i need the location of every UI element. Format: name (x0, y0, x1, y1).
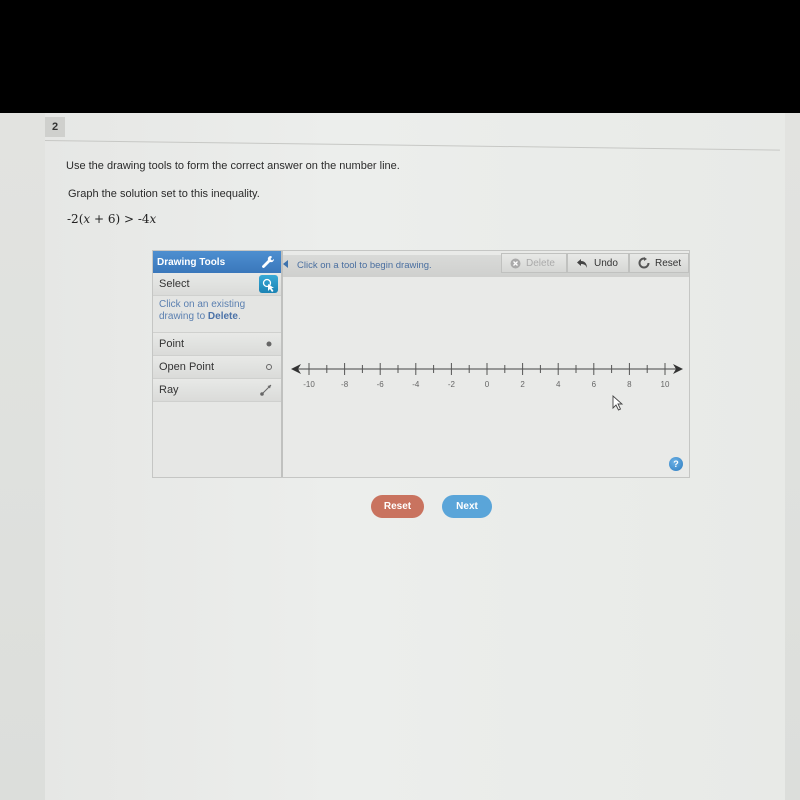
tool-select-label: Select (159, 278, 190, 290)
drawing-widget: Drawing Tools Select Click on an existin… (152, 250, 690, 478)
tick-label: 4 (556, 380, 561, 389)
tool-panel: Drawing Tools Select Click on an existin… (153, 251, 283, 477)
tool-panel-header: Drawing Tools (153, 251, 281, 273)
ineq-var: x (149, 212, 157, 226)
reset-tool-label: Reset (655, 257, 682, 269)
instruction-text: Use the drawing tools to form the correc… (66, 160, 400, 172)
reset-tool-button[interactable]: Reset (629, 253, 689, 273)
ray-icon (260, 384, 272, 396)
wrench-icon[interactable] (261, 255, 275, 269)
open-dot-icon (266, 364, 272, 370)
undo-label: Undo (594, 257, 618, 269)
hint-delete: Delete (207, 311, 238, 322)
tick-label: 6 (592, 380, 597, 389)
tick-label: 0 (485, 380, 490, 389)
prompt-text: Graph the solution set to this inequalit… (68, 188, 260, 200)
collapse-caret-icon[interactable] (283, 260, 288, 268)
hint-line2: drawing to (159, 311, 208, 322)
undo-icon (577, 258, 587, 268)
undo-button[interactable]: Undo (567, 253, 629, 273)
delete-button[interactable]: Delete (501, 253, 567, 273)
delete-hint: Click on an existing drawing to Delete. (153, 296, 281, 333)
tool-ray[interactable]: Ray (153, 379, 281, 402)
tool-ray-label: Ray (159, 384, 179, 396)
tick-label: -4 (412, 380, 420, 389)
tick-label: -8 (341, 380, 349, 389)
next-button[interactable]: Next (442, 495, 492, 518)
tick-label: 2 (520, 380, 525, 389)
ineq-left: -2( (67, 212, 84, 226)
select-button[interactable] (259, 275, 278, 293)
tick-label: 8 (627, 380, 632, 389)
reset-button[interactable]: Reset (371, 495, 424, 518)
drawing-canvas[interactable]: Click on a tool to begin drawing. Delete… (283, 251, 689, 477)
canvas-hint: Click on a tool to begin drawing. (297, 260, 432, 271)
question-number: 2 (45, 117, 65, 137)
delete-x-icon (510, 258, 521, 268)
tick-label: -10 (303, 380, 315, 389)
tick-label: 10 (661, 380, 670, 389)
refresh-icon (638, 257, 650, 269)
tool-point[interactable]: Point (153, 333, 281, 356)
filled-dot-icon (266, 341, 272, 347)
tick-label: -2 (448, 380, 456, 389)
tool-select[interactable]: Select (153, 273, 281, 296)
hint-end: . (237, 311, 241, 322)
tool-point-label: Point (159, 338, 185, 350)
inequality: -2(x + 6) > -4x (67, 212, 156, 226)
ineq-mid: + 6) > -4 (90, 212, 150, 226)
pointer-icon (262, 278, 274, 292)
delete-label: Delete (526, 257, 555, 269)
number-line[interactable]: -10 -8 -6 -4 -2 0 2 4 6 8 10 (283, 359, 689, 399)
tool-open-point[interactable]: Open Point (153, 356, 281, 379)
tool-panel-title: Drawing Tools (157, 256, 226, 268)
tick-label: -6 (377, 380, 385, 389)
tool-open-point-label: Open Point (159, 361, 215, 373)
help-icon[interactable]: ? (669, 457, 683, 471)
mouse-cursor-icon (612, 395, 624, 411)
hint-line1: Click on an existing (159, 299, 246, 310)
